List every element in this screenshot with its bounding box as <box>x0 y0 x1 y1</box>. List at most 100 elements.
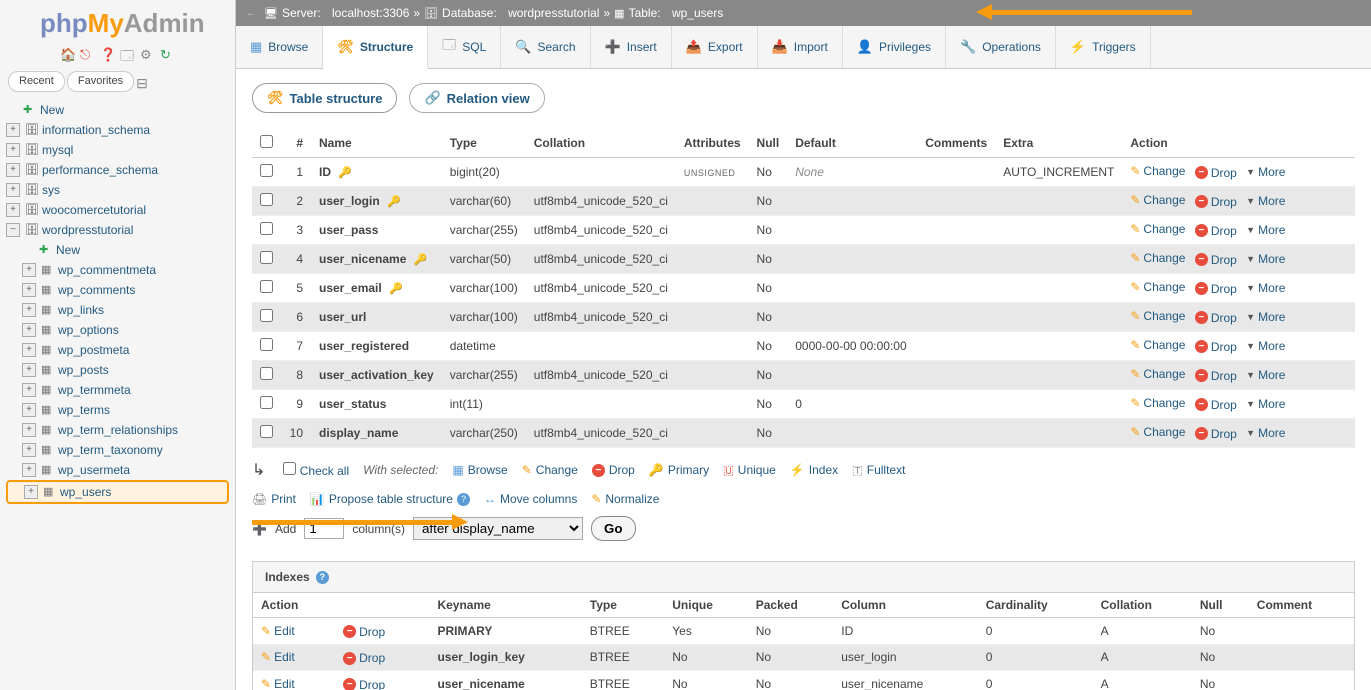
row-checkbox[interactable] <box>260 396 273 409</box>
tab-recent[interactable]: Recent <box>8 71 65 92</box>
expand-icon[interactable]: + <box>22 283 36 297</box>
expand-icon[interactable]: + <box>24 485 38 499</box>
tree-table-wp_term_taxonomy[interactable]: +▦wp_term_taxonomy <box>6 440 229 460</box>
column-name[interactable]: user_nicename <box>319 252 406 266</box>
action-change[interactable]: ✎Change <box>1130 396 1185 410</box>
home-icon[interactable]: 🏠 <box>60 47 76 63</box>
tree-db-sys[interactable]: +🗄sys <box>6 180 229 200</box>
expand-icon[interactable]: + <box>6 163 20 177</box>
action-change[interactable]: ✎Change <box>1130 309 1185 323</box>
bulk-drop[interactable]: −Drop <box>592 463 635 477</box>
bc-table[interactable]: ▦Table: wp_users <box>614 6 723 20</box>
tree-table-wp_usermeta[interactable]: +▦wp_usermeta <box>6 460 229 480</box>
tree-table-wp_links[interactable]: +▦wp_links <box>6 300 229 320</box>
reload-icon[interactable]: ↻ <box>160 47 176 63</box>
tree-table-wp_users[interactable]: +▦wp_users <box>6 480 229 504</box>
btn-relation-view[interactable]: 🔗Relation view <box>409 83 544 113</box>
action-drop[interactable]: −Drop <box>1195 311 1237 325</box>
expand-icon[interactable]: − <box>6 223 20 237</box>
action-drop[interactable]: −Drop <box>1195 224 1237 238</box>
column-name[interactable]: user_activation_key <box>319 368 434 382</box>
action-drop[interactable]: −Drop <box>1195 166 1237 180</box>
tree-db-performance_schema[interactable]: +🗄performance_schema <box>6 160 229 180</box>
go-button[interactable]: Go <box>591 516 636 541</box>
nav-sql[interactable]: 🗔SQL <box>428 26 501 68</box>
bc-server[interactable]: 🖥Server: localhost:3306 <box>264 6 409 20</box>
action-drop[interactable]: −Drop <box>1195 282 1237 296</box>
row-checkbox[interactable] <box>260 367 273 380</box>
expand-icon[interactable]: + <box>22 383 36 397</box>
tool-normalize[interactable]: ✎Normalize <box>591 492 659 506</box>
bc-database[interactable]: 🗄Database: wordpresstutorial <box>424 6 599 20</box>
nav-import[interactable]: 📥Import <box>758 26 843 68</box>
row-checkbox[interactable] <box>260 338 273 351</box>
column-name[interactable]: user_registered <box>319 339 409 353</box>
nav-privileges[interactable]: 👤Privileges <box>843 26 946 68</box>
column-name[interactable]: display_name <box>319 426 398 440</box>
expand-icon[interactable]: + <box>22 443 36 457</box>
expand-icon[interactable]: + <box>6 183 20 197</box>
checkall-box[interactable] <box>283 462 296 475</box>
column-name[interactable]: ID <box>319 165 331 179</box>
logout-icon[interactable]: ⎋ <box>80 47 96 63</box>
action-change[interactable]: ✎Change <box>1130 367 1185 381</box>
nav-structure[interactable]: 🛠Structure <box>323 26 428 69</box>
indexes-header[interactable]: Indexes? <box>253 562 1354 593</box>
bulk-primary[interactable]: 🔑Primary <box>649 463 709 477</box>
action-change[interactable]: ✎Change <box>1130 193 1185 207</box>
nav-triggers[interactable]: ⚡Triggers <box>1056 26 1151 68</box>
expand-icon[interactable]: + <box>22 323 36 337</box>
idx-edit[interactable]: ✎Edit <box>261 677 295 690</box>
column-name[interactable]: user_status <box>319 397 386 411</box>
bulk-fulltext[interactable]: 🇹Fulltext <box>852 463 905 478</box>
action-drop[interactable]: −Drop <box>1195 398 1237 412</box>
idx-drop[interactable]: −Drop <box>343 625 385 639</box>
column-name[interactable]: user_login <box>319 194 380 208</box>
help-icon[interactable]: ? <box>457 493 470 506</box>
tree-db-wordpresstutorial[interactable]: −🗄wordpresstutorial <box>6 220 229 240</box>
idx-drop[interactable]: −Drop <box>343 678 385 690</box>
action-change[interactable]: ✎Change <box>1130 338 1185 352</box>
tab-favorites[interactable]: Favorites <box>67 71 134 92</box>
sql-icon[interactable]: 🗔 <box>120 47 136 63</box>
nav-search[interactable]: 🔍Search <box>501 26 590 68</box>
row-checkbox[interactable] <box>260 193 273 206</box>
action-more[interactable]: ▼More <box>1246 339 1285 353</box>
tool-print[interactable]: 🖨Print <box>252 492 296 506</box>
row-checkbox[interactable] <box>260 309 273 322</box>
nav-operations[interactable]: 🔧Operations <box>946 26 1056 68</box>
tree-table-wp_postmeta[interactable]: +▦wp_postmeta <box>6 340 229 360</box>
action-change[interactable]: ✎Change <box>1130 222 1185 236</box>
nav-insert[interactable]: ➕Insert <box>591 26 672 68</box>
settings-icon[interactable]: ⚙ <box>140 47 156 63</box>
checkall-header[interactable] <box>260 135 273 148</box>
expand-icon[interactable]: + <box>22 403 36 417</box>
expand-icon[interactable]: + <box>22 463 36 477</box>
tree-new-table[interactable]: ✚New <box>6 240 229 260</box>
expand-icon[interactable]: + <box>6 123 20 137</box>
tree-table-wp_options[interactable]: +▦wp_options <box>6 320 229 340</box>
action-drop[interactable]: −Drop <box>1195 369 1237 383</box>
bulk-browse[interactable]: ▦Browse <box>452 463 507 477</box>
logo[interactable]: phpMyAdmin <box>0 0 235 43</box>
expand-icon[interactable]: + <box>22 343 36 357</box>
action-drop[interactable]: −Drop <box>1195 427 1237 441</box>
expand-icon[interactable]: + <box>22 303 36 317</box>
action-drop[interactable]: −Drop <box>1195 253 1237 267</box>
column-name[interactable]: user_email <box>319 281 382 295</box>
action-change[interactable]: ✎Change <box>1130 164 1185 178</box>
checkall-label[interactable]: Check all <box>283 462 349 478</box>
tree-table-wp_commentmeta[interactable]: +▦wp_commentmeta <box>6 260 229 280</box>
expand-icon[interactable]: + <box>22 363 36 377</box>
action-more[interactable]: ▼More <box>1246 252 1285 266</box>
action-change[interactable]: ✎Change <box>1130 251 1185 265</box>
nav-back-icon[interactable]: ← <box>246 8 258 19</box>
tree-table-wp_term_relationships[interactable]: +▦wp_term_relationships <box>6 420 229 440</box>
action-drop[interactable]: −Drop <box>1195 195 1237 209</box>
expand-icon[interactable]: + <box>22 263 36 277</box>
idx-drop[interactable]: −Drop <box>343 651 385 665</box>
row-checkbox[interactable] <box>260 280 273 293</box>
nav-browse[interactable]: ▦Browse <box>236 26 323 68</box>
help-icon[interactable]: ? <box>316 571 329 584</box>
tree-table-wp_posts[interactable]: +▦wp_posts <box>6 360 229 380</box>
